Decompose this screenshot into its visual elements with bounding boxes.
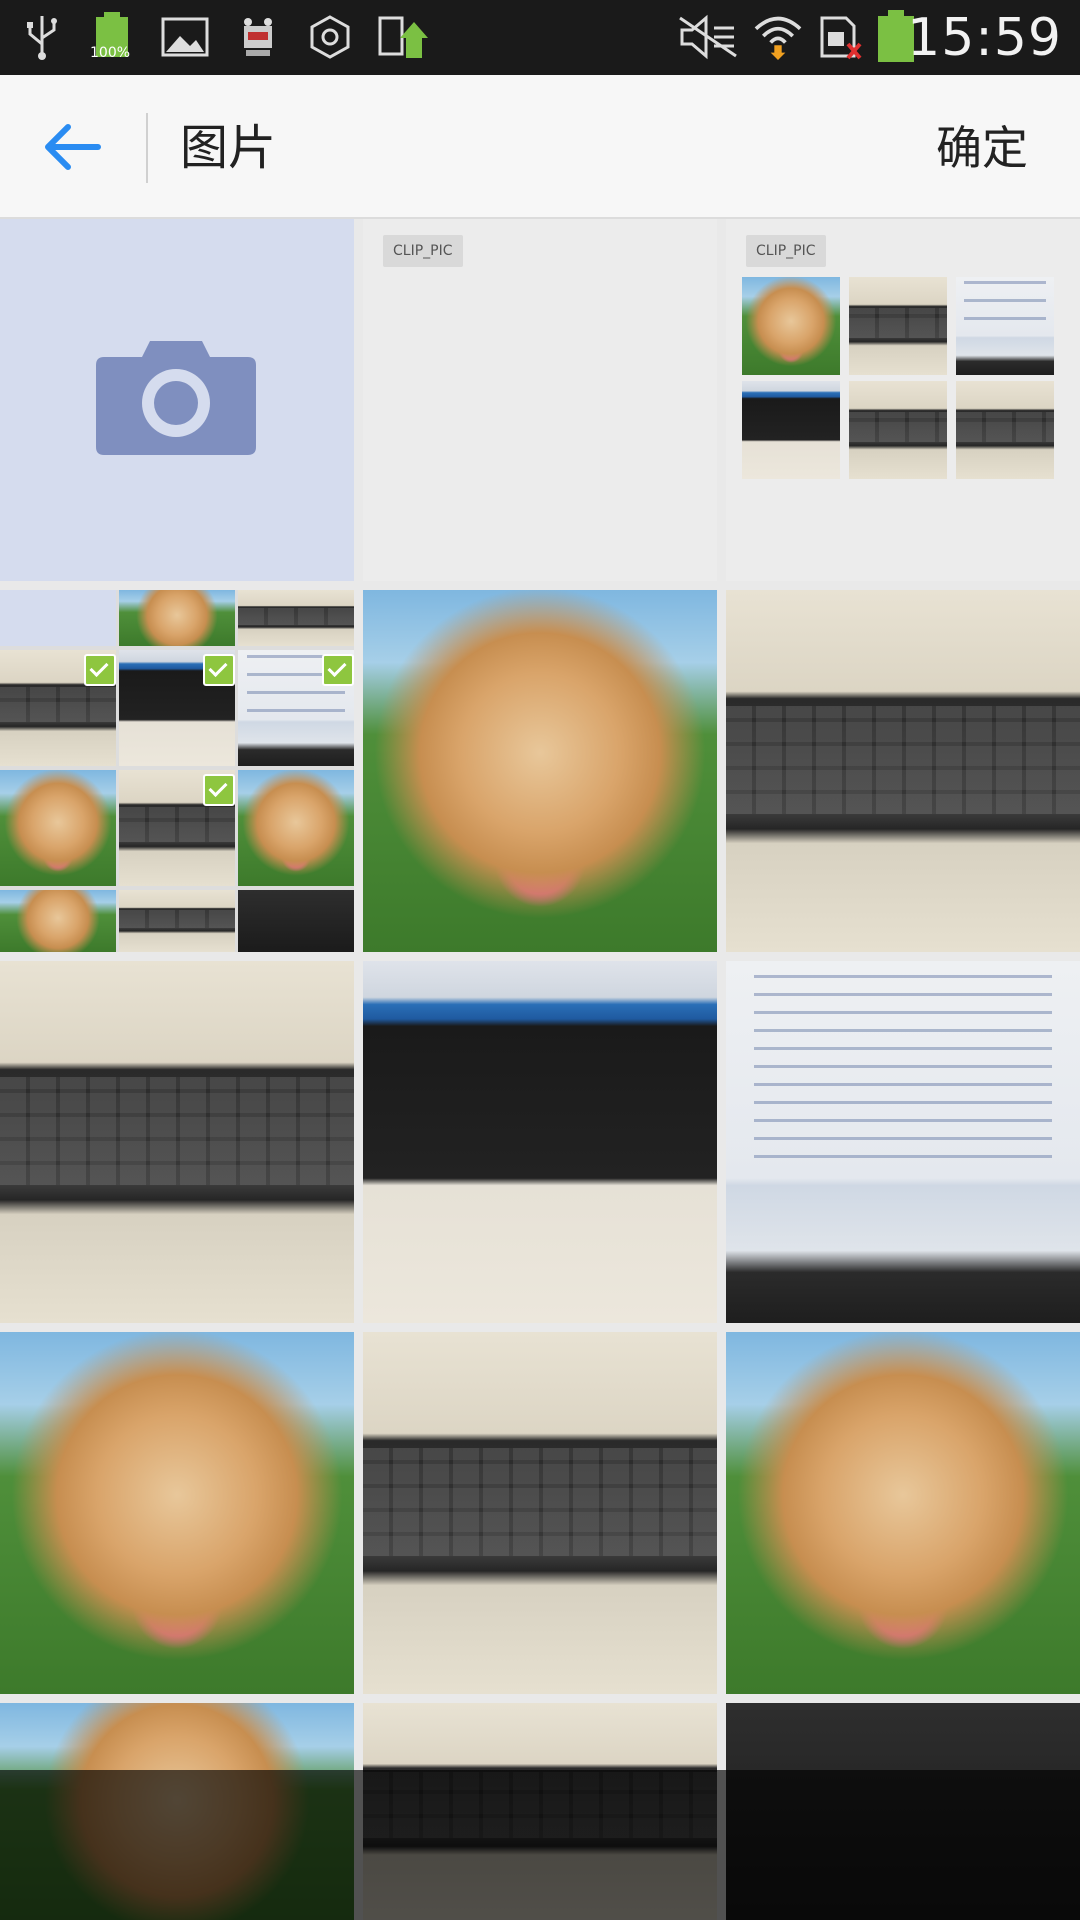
album-tile[interactable]: CLIP_PIC bbox=[726, 219, 1080, 581]
divider bbox=[146, 113, 148, 183]
photo-thumb[interactable] bbox=[0, 961, 354, 1323]
page-title: 图片 bbox=[180, 120, 277, 176]
status-bar: 100% 15:59 bbox=[0, 0, 1080, 75]
mini-thumb bbox=[119, 590, 235, 646]
check-icon bbox=[84, 654, 116, 686]
sim-icon bbox=[820, 16, 862, 60]
photo-thumb[interactable] bbox=[363, 590, 717, 952]
mini-thumb bbox=[238, 590, 354, 646]
photo-thumb[interactable] bbox=[726, 961, 1080, 1323]
clock: 15:59 bbox=[907, 8, 1062, 68]
hexagon-icon bbox=[310, 15, 350, 59]
wifi-icon bbox=[754, 16, 802, 60]
robot-icon bbox=[244, 18, 272, 56]
image-icon bbox=[161, 17, 209, 57]
album-tile-selected[interactable] bbox=[0, 590, 354, 952]
usb-icon bbox=[27, 16, 57, 60]
camera-icon bbox=[96, 341, 256, 455]
album-tile[interactable]: CLIP_PIC bbox=[363, 219, 717, 581]
album-label: CLIP_PIC bbox=[746, 235, 826, 267]
mini-thumb bbox=[0, 770, 116, 886]
mini-thumb bbox=[238, 770, 354, 886]
battery-percent: 100% bbox=[90, 45, 131, 61]
photo-thumb[interactable] bbox=[0, 1332, 354, 1694]
confirm-button[interactable]: 确定 bbox=[936, 113, 1028, 183]
album-thumb bbox=[742, 277, 840, 375]
app-update-icon bbox=[378, 16, 428, 58]
mute-icon bbox=[679, 14, 737, 60]
photo-thumb[interactable] bbox=[363, 961, 717, 1323]
album-thumb bbox=[849, 381, 947, 479]
album-thumb bbox=[742, 381, 840, 479]
bottom-dim-overlay bbox=[0, 1770, 1080, 1920]
photo-thumb[interactable] bbox=[726, 590, 1080, 952]
check-icon bbox=[203, 654, 235, 686]
check-icon bbox=[203, 774, 235, 806]
photo-grid: CLIP_PIC CLIP_PIC bbox=[0, 219, 1080, 1920]
album-thumb bbox=[956, 381, 1054, 479]
mini-thumb bbox=[119, 890, 235, 952]
check-icon bbox=[322, 654, 354, 686]
album-thumb bbox=[956, 277, 1054, 375]
mini-thumb bbox=[0, 890, 116, 952]
photo-thumb[interactable] bbox=[363, 1332, 717, 1694]
photo-thumb[interactable] bbox=[726, 1332, 1080, 1694]
battery-icon: 100% bbox=[90, 12, 130, 62]
camera-tile[interactable] bbox=[0, 219, 354, 581]
mini-thumb bbox=[238, 890, 354, 952]
album-thumb bbox=[849, 277, 947, 375]
app-bar: 图片 确定 bbox=[0, 75, 1080, 219]
mini-thumb bbox=[0, 590, 116, 646]
album-label: CLIP_PIC bbox=[383, 235, 463, 267]
back-arrow-icon[interactable] bbox=[40, 115, 104, 179]
